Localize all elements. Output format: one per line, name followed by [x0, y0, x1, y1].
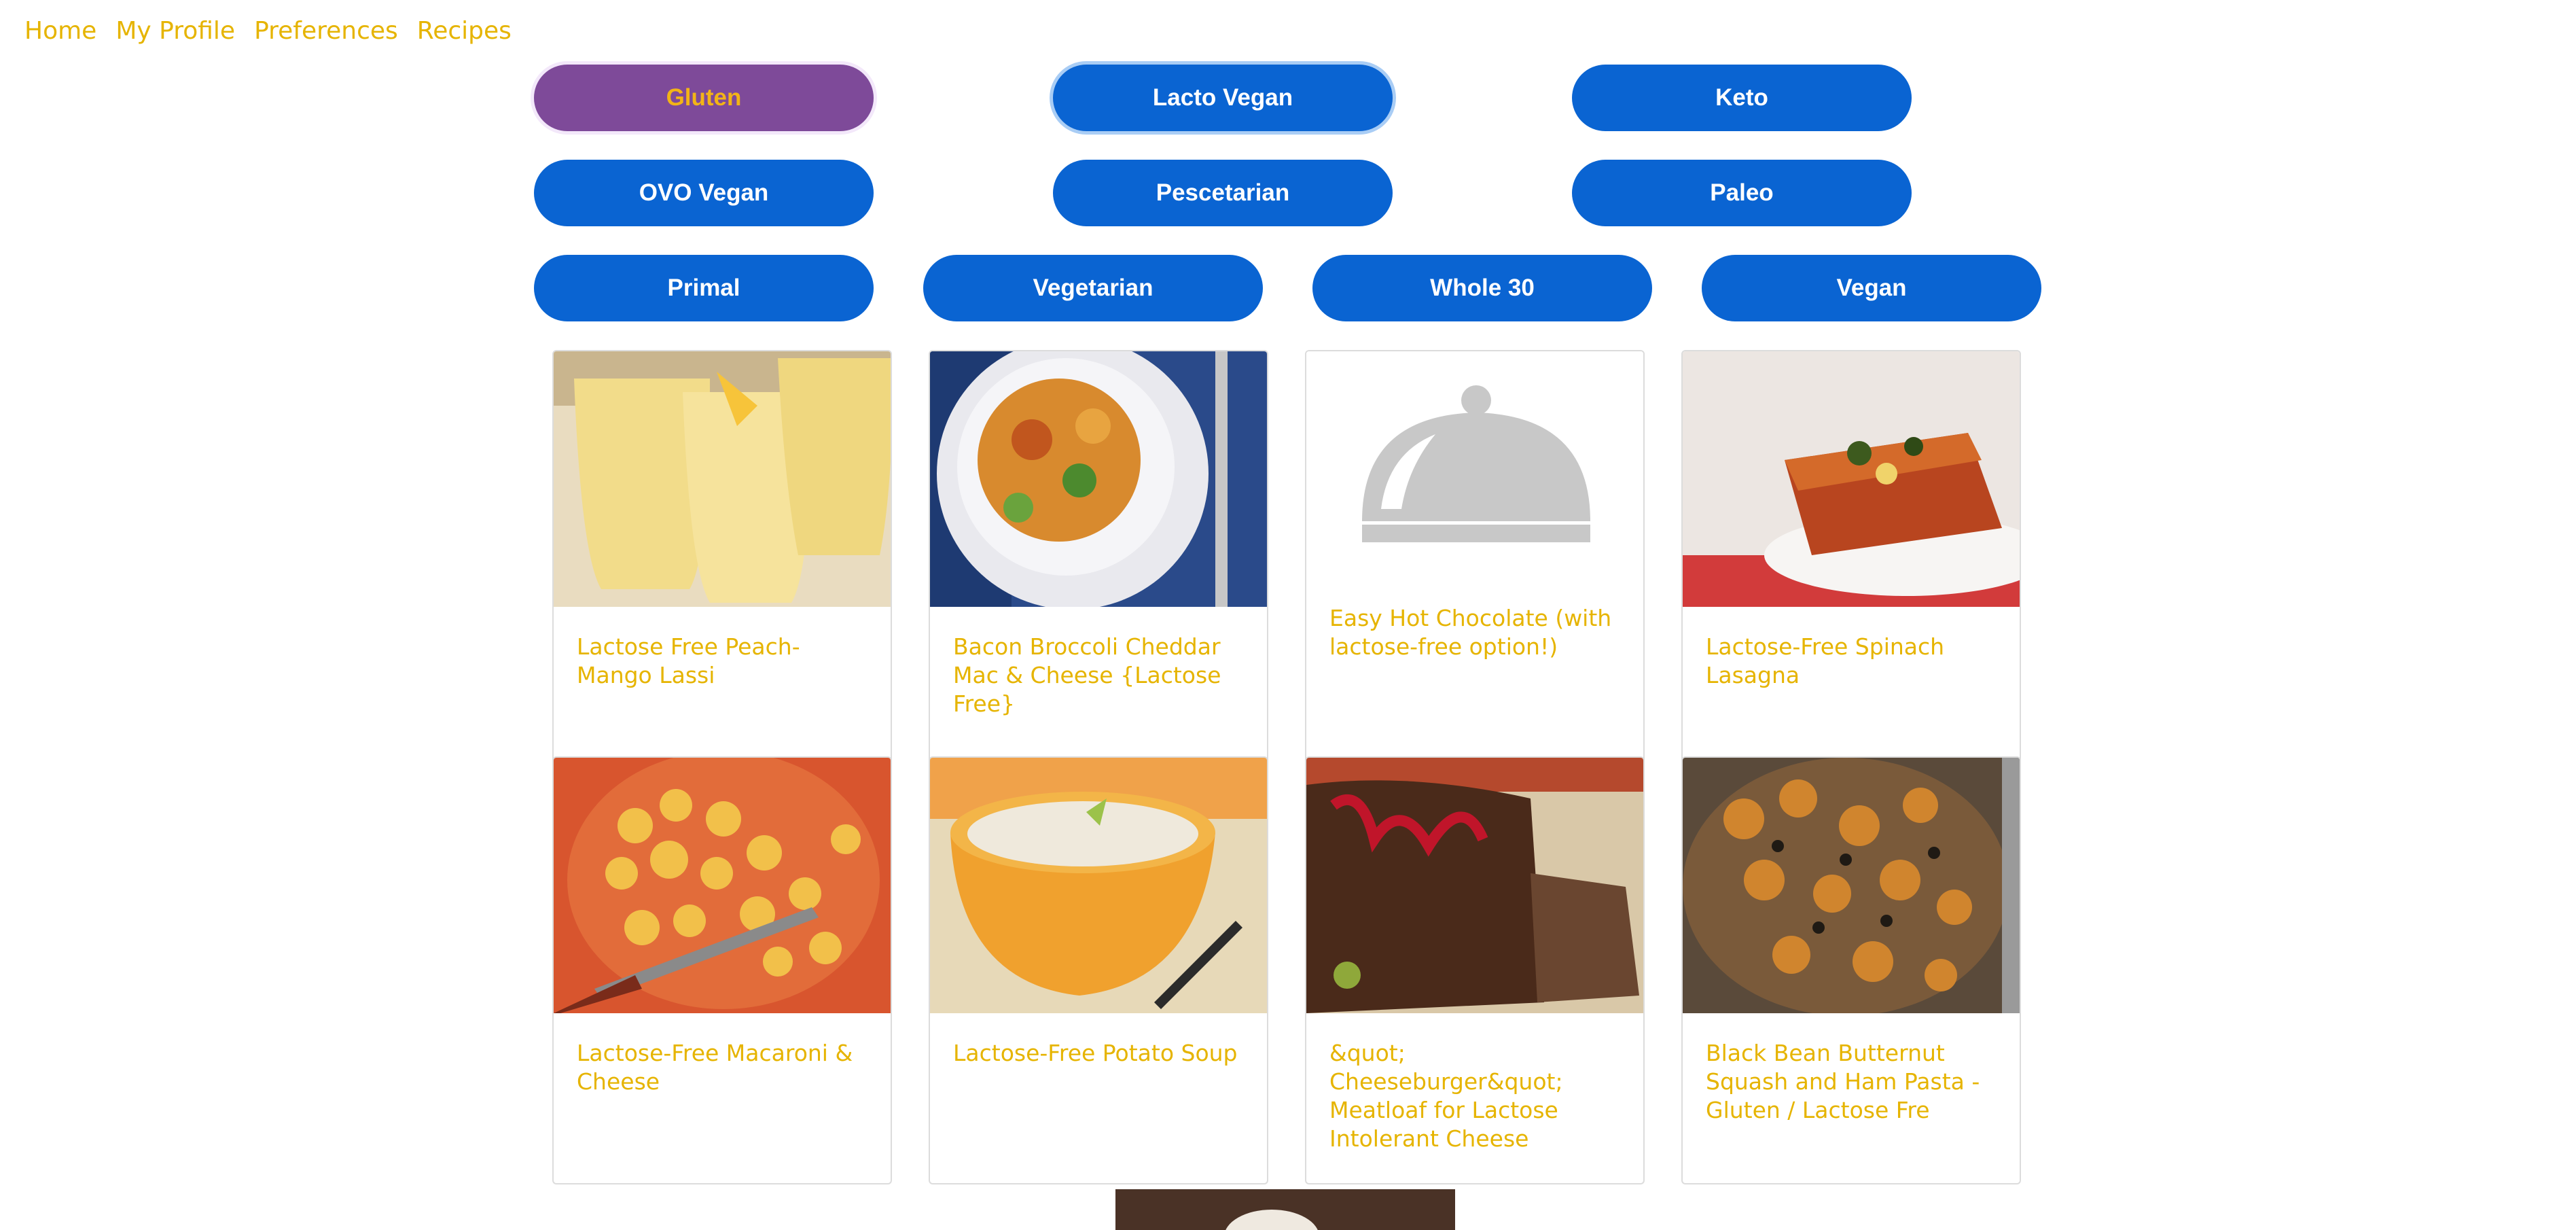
nav-preferences-link[interactable]: Preferences	[254, 15, 398, 48]
recipe-card[interactable]: Lactose-Free Macaroni & Cheese	[552, 756, 892, 1184]
nav-recipes-link[interactable]: Recipes	[417, 15, 512, 48]
filter-lacto-vegan-button[interactable]: Lacto Vegan	[1053, 65, 1393, 131]
recipe-title[interactable]: Lactose-Free Potato Soup	[953, 1039, 1247, 1068]
recipe-card[interactable]: Lactose-Free Potato Soup	[929, 756, 1268, 1184]
nav-home-link[interactable]: Home	[24, 15, 96, 48]
recipe-card[interactable]: Black Bean Butternut Squash and Ham Past…	[1681, 756, 2021, 1184]
filter-gluten-button[interactable]: Gluten	[534, 65, 874, 131]
macaroni-photo	[554, 758, 891, 1013]
recipe-title[interactable]: Lactose-Free Macaroni & Cheese	[577, 1039, 870, 1096]
lasagna-photo	[1683, 351, 2020, 607]
filter-pescetarian-button[interactable]: Pescetarian	[1053, 160, 1393, 226]
recipe-card[interactable]: &quot; Cheeseburger&quot; Meatloaf for L…	[1305, 756, 1645, 1184]
potato-soup-photo	[930, 758, 1267, 1013]
nav-my-profile-link[interactable]: My Profile	[115, 15, 235, 48]
filter-keto-button[interactable]: Keto	[1572, 65, 1912, 131]
top-nav: Home My Profile Preferences Recipes	[24, 15, 512, 48]
recipe-title[interactable]: Easy Hot Chocolate (with lactose-free op…	[1329, 604, 1623, 661]
recipe-title[interactable]: &quot; Cheeseburger&quot; Meatloaf for L…	[1329, 1039, 1623, 1153]
mac-cheese-bowl-photo	[930, 351, 1267, 607]
pasta-photo	[1683, 758, 2020, 1013]
recipe-card[interactable]: Lactose-Free Spinach Lasagna	[1681, 350, 2021, 778]
filter-ovo-vegan-button[interactable]: OVO Vegan	[534, 160, 874, 226]
meatloaf-photo	[1306, 758, 1643, 1013]
cloche-placeholder-icon	[1306, 351, 1643, 607]
recipe-card-partial-photo[interactable]	[1115, 1189, 1455, 1230]
filter-vegan-button[interactable]: Vegan	[1702, 255, 2041, 321]
filter-paleo-button[interactable]: Paleo	[1572, 160, 1912, 226]
recipe-card[interactable]: Bacon Broccoli Cheddar Mac & Cheese {Lac…	[929, 350, 1268, 778]
filter-primal-button[interactable]: Primal	[534, 255, 874, 321]
recipe-card[interactable]: Lactose Free Peach-Mango Lassi	[552, 350, 892, 778]
recipe-title[interactable]: Lactose Free Peach-Mango Lassi	[577, 633, 870, 690]
recipe-title[interactable]: Lactose-Free Spinach Lasagna	[1706, 633, 1999, 690]
recipe-title[interactable]: Bacon Broccoli Cheddar Mac & Cheese {Lac…	[953, 633, 1247, 718]
filter-whole-30-button[interactable]: Whole 30	[1312, 255, 1652, 321]
filter-vegetarian-button[interactable]: Vegetarian	[923, 255, 1263, 321]
recipe-card[interactable]: Easy Hot Chocolate (with lactose-free op…	[1305, 350, 1645, 778]
recipe-title[interactable]: Black Bean Butternut Squash and Ham Past…	[1706, 1039, 1999, 1125]
lassi-photo	[554, 351, 891, 607]
